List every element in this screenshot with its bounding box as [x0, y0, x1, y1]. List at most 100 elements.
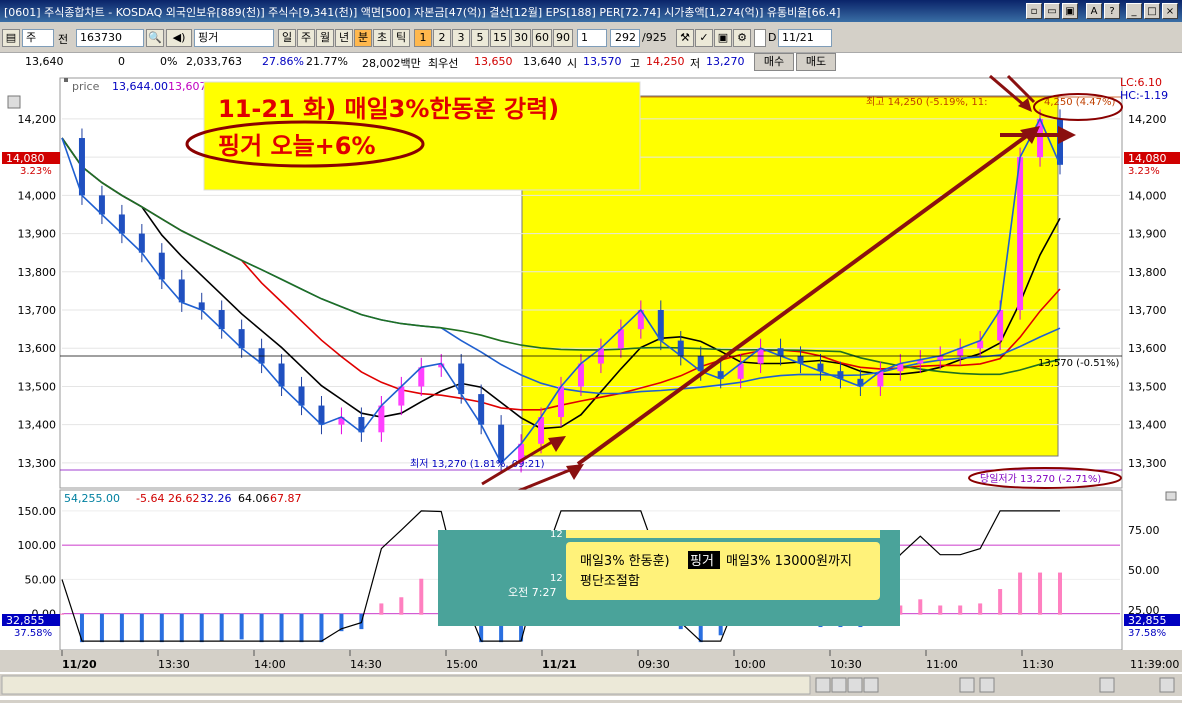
time-label: 11/21	[542, 658, 577, 671]
ind-bar	[259, 613, 264, 643]
close-button[interactable]: ×	[1162, 3, 1178, 19]
menu-button[interactable]	[1159, 677, 1175, 693]
count-input[interactable]: 292	[610, 29, 640, 47]
price-tick-right: 13,600	[1128, 342, 1167, 355]
scroll-track[interactable]	[1, 675, 811, 695]
chart-area[interactable]: 14,20014,10014,00013,90013,80013,70013,6…	[0, 72, 1182, 700]
layout-icon[interactable]: ▣	[1062, 3, 1078, 19]
time-label: 11:30	[1022, 658, 1054, 671]
interval-5[interactable]: 5	[471, 29, 489, 47]
ind-bar	[938, 605, 943, 615]
price-tick-left: 13,400	[18, 419, 57, 432]
interval-60[interactable]: 60	[532, 29, 552, 47]
font-icon[interactable]: A	[1086, 3, 1102, 19]
minimize-button[interactable]: _	[1126, 3, 1142, 19]
change-rate: 0%	[160, 55, 178, 68]
ind-bar	[159, 613, 164, 643]
restore-icon[interactable]: ▫	[1026, 3, 1042, 19]
date-label: D	[768, 31, 777, 44]
toolbar: ▤ 주 전 163730 🔍 ◀) 핑거 일 주 월 년 분 초 틱 1 2 3…	[0, 26, 1182, 50]
time-label: 10:30	[830, 658, 862, 671]
zoom-out-button[interactable]	[979, 677, 995, 693]
interval-15[interactable]: 15	[490, 29, 510, 47]
indicator-icon[interactable]: ✓	[695, 29, 713, 47]
ask-price: 13,650	[474, 55, 513, 68]
drawing-tool-button[interactable]	[1099, 677, 1115, 693]
ind-legend-v4: 32.26	[200, 492, 232, 505]
price-tick-right: 13,900	[1128, 228, 1167, 241]
interval-3[interactable]: 3	[452, 29, 470, 47]
search-icon[interactable]: 🔍	[146, 29, 164, 47]
ind-bar	[99, 613, 104, 643]
ind-legend-v1: 54,255.00	[64, 492, 120, 505]
scroll-prev-button[interactable]	[831, 677, 847, 693]
tab-day[interactable]: 일	[278, 29, 296, 47]
maximize-button[interactable]: □	[1144, 3, 1160, 19]
tool-icon[interactable]: ⚒	[676, 29, 694, 47]
time-label: 13:30	[158, 658, 190, 671]
scroll-next-button[interactable]	[863, 677, 879, 693]
speaker-icon[interactable]: ◀)	[166, 29, 192, 47]
candle-body	[78, 138, 85, 196]
zoom-button[interactable]	[959, 677, 975, 693]
ind-bar	[139, 613, 144, 643]
price-tick-left: 14,200	[18, 113, 57, 126]
date-checkbox[interactable]	[754, 29, 766, 47]
ind-bar	[279, 613, 284, 643]
settings-icon[interactable]: ⚙	[733, 29, 751, 47]
trade-amount: 28,002백만	[362, 57, 421, 70]
panel-collapse-icon[interactable]	[1165, 491, 1177, 501]
ind-tick-right: 50.00	[1128, 564, 1160, 577]
ind-legend-v5: 64.06	[238, 492, 270, 505]
save-icon[interactable]: ▣	[714, 29, 732, 47]
ind-bar	[1018, 572, 1023, 615]
best-label: 최우선	[428, 57, 459, 70]
ind-bar	[299, 613, 304, 643]
volume: 2,033,763	[186, 55, 242, 68]
current-pct-left: 3.23%	[20, 166, 52, 177]
chart-icon[interactable]: ▤	[2, 29, 20, 47]
prefix-label: 전	[58, 33, 69, 46]
interval-90[interactable]: 90	[553, 29, 573, 47]
ind-legend-v3: 26.62	[168, 492, 200, 505]
lc-label: LC:6.10	[1120, 76, 1162, 89]
price-change: 0	[118, 55, 125, 68]
price-tick-right: 13,800	[1128, 266, 1167, 279]
ind-tick-left: 150.00	[18, 505, 57, 518]
low-label: 저	[690, 57, 701, 70]
panel-menu-icon[interactable]	[7, 95, 21, 109]
tab-month[interactable]: 월	[316, 29, 334, 47]
sell-button[interactable]: 매도	[796, 53, 836, 71]
time-label: 11:39:00	[1130, 658, 1179, 671]
interval-30[interactable]: 30	[511, 29, 531, 47]
date-input[interactable]: 11/21	[778, 29, 832, 47]
tab-minute[interactable]: 분	[354, 29, 372, 47]
interval-2[interactable]: 2	[433, 29, 451, 47]
ind-bar	[918, 599, 923, 615]
scroll-first-button[interactable]	[815, 677, 831, 693]
message-post: 매일3% 13000원까지	[726, 554, 852, 569]
chart-svg[interactable]: 14,20014,10014,00013,90013,80013,70013,6…	[0, 72, 1182, 700]
price-tick-right: 13,500	[1128, 380, 1167, 393]
help-icon[interactable]: ?	[1104, 3, 1120, 19]
tab-tick[interactable]: 틱	[392, 29, 410, 47]
tab-year[interactable]: 년	[335, 29, 353, 47]
tab-second[interactable]: 초	[373, 29, 391, 47]
tab-week[interactable]: 주	[297, 29, 315, 47]
code-input[interactable]: 163730	[76, 29, 144, 47]
ind-tick-left: 50.00	[25, 573, 57, 586]
ind-bar	[60, 613, 64, 615]
time-label: 09:30	[638, 658, 670, 671]
high-label: 고	[630, 57, 641, 70]
stock-name-field[interactable]: 핑거	[194, 29, 274, 47]
ind-legend-v2: -5.64	[136, 492, 164, 505]
buy-button[interactable]: 매수	[754, 53, 794, 71]
time-label: 14:00	[254, 658, 286, 671]
type-select[interactable]: 주	[22, 29, 54, 47]
interval-input[interactable]: 1	[577, 29, 607, 47]
tile-icon[interactable]: ▭	[1044, 3, 1060, 19]
scroll-stop-button[interactable]	[847, 677, 863, 693]
ind-bar	[978, 603, 983, 615]
ind-bar	[239, 613, 244, 640]
interval-1[interactable]: 1	[414, 29, 432, 47]
